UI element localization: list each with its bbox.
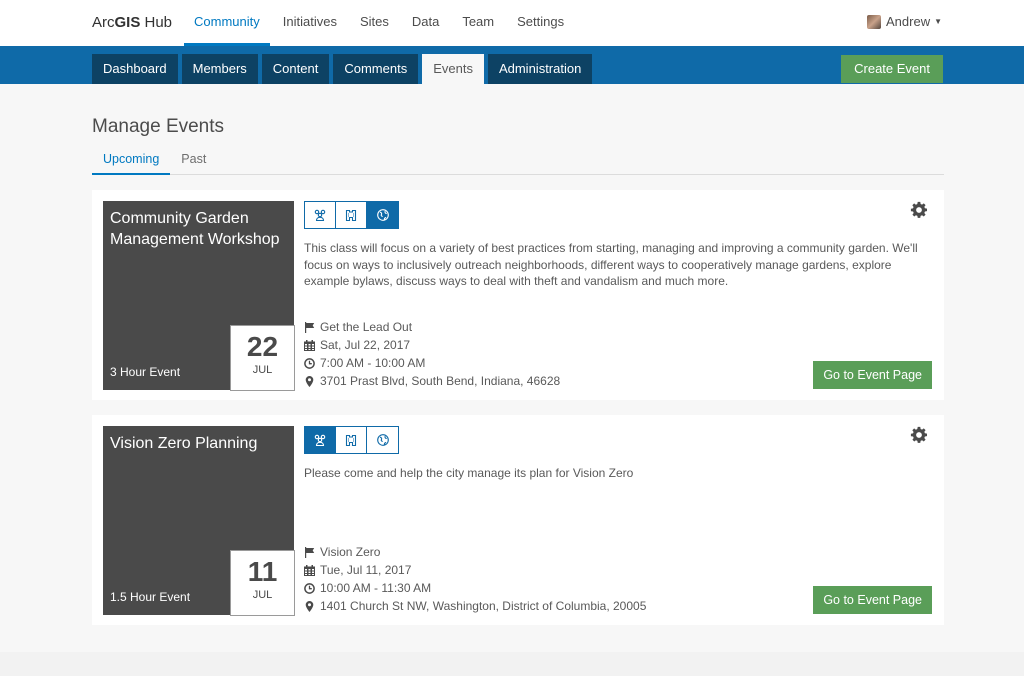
tab-upcoming[interactable]: Upcoming [92, 150, 171, 175]
event-date-badge: 22 JUL [230, 325, 295, 391]
clock-icon [304, 582, 315, 594]
nav-initiatives[interactable]: Initiatives [273, 0, 347, 46]
people-toggle[interactable] [305, 202, 336, 228]
top-header: ArcGIS Hub Community Initiatives Sites D… [0, 0, 1024, 46]
gear-icon[interactable] [910, 201, 928, 219]
user-name: Andrew [886, 14, 931, 29]
create-event-button[interactable]: Create Event [841, 55, 943, 83]
initiative-text[interactable]: Vision Zero [320, 545, 380, 559]
event-title: Vision Zero Planning [110, 435, 258, 452]
event-month: JUL [252, 364, 273, 376]
user-menu[interactable]: Andrew ▼ [867, 14, 942, 29]
event-month: JUL [252, 589, 273, 601]
event-date: Tue, Jul 11, 2017 [304, 561, 646, 579]
globe-toggle[interactable] [367, 427, 398, 453]
initiative-text[interactable]: Get the Lead Out [320, 320, 412, 334]
event-title: Community Garden Management Workshop [110, 210, 280, 248]
event-card: Vision Zero Planning 1.5 Hour Event 11 J… [92, 415, 944, 625]
event-description: Please come and help the city manage its… [304, 466, 634, 480]
event-card: Community Garden Management Workshop 3 H… [92, 190, 944, 400]
event-time: 10:00 AM - 11:30 AM [304, 579, 646, 597]
tab-past[interactable]: Past [170, 150, 217, 175]
date-text: Sat, Jul 22, 2017 [320, 338, 411, 352]
nav-team[interactable]: Team [452, 0, 504, 46]
gear-icon[interactable] [910, 426, 928, 444]
building-toggle[interactable] [336, 202, 367, 228]
nav-sites[interactable]: Sites [350, 0, 399, 46]
event-date-badge: 11 JUL [230, 550, 295, 616]
event-tabs: Upcoming Past [92, 150, 944, 175]
building-icon [345, 434, 357, 447]
avatar [867, 14, 881, 29]
subtab-events[interactable]: Events [422, 54, 484, 84]
nav-data[interactable]: Data [402, 0, 449, 46]
time-text: 10:00 AM - 11:30 AM [320, 581, 432, 595]
app-logo[interactable]: ArcGIS Hub [92, 14, 172, 31]
subtab-dashboard[interactable]: Dashboard [92, 54, 178, 84]
address-text: 3701 Prast Blvd, South Bend, Indiana, 46… [320, 374, 561, 388]
address-text: 1401 Church St NW, Washington, District … [320, 599, 647, 613]
caret-down-icon: ▼ [934, 17, 942, 26]
event-details: Vision Zero Tue, Jul 11, 2017 10:00 AM -… [304, 543, 646, 615]
building-icon [345, 209, 357, 222]
brand-bold: GIS [114, 14, 141, 31]
sharing-toggle-group [304, 426, 399, 454]
clock-icon [304, 357, 315, 369]
globe-icon [376, 209, 389, 221]
go-to-event-page-button[interactable]: Go to Event Page [813, 361, 932, 389]
event-day: 22 [246, 331, 279, 362]
time-text: 7:00 AM - 10:00 AM [320, 356, 426, 370]
people-icon [314, 209, 326, 222]
globe-icon [376, 434, 389, 446]
event-date: Sat, Jul 22, 2017 [304, 336, 560, 354]
brand-prefix: Arc [92, 14, 115, 31]
event-address: 3701 Prast Blvd, South Bend, Indiana, 46… [304, 372, 560, 390]
go-to-event-page-button[interactable]: Go to Event Page [813, 586, 932, 614]
event-duration: 3 Hour Event [110, 365, 181, 379]
event-details: Get the Lead Out Sat, Jul 22, 2017 7:00 … [304, 318, 560, 390]
event-address: 1401 Church St NW, Washington, District … [304, 597, 646, 615]
subtab-comments[interactable]: Comments [333, 54, 419, 84]
calendar-icon [304, 564, 315, 576]
subtab-content[interactable]: Content [261, 54, 330, 84]
event-time: 7:00 AM - 10:00 AM [304, 354, 560, 372]
event-initiative: Vision Zero [304, 543, 646, 561]
page-title: Manage Events [92, 116, 225, 137]
event-tile: Vision Zero Planning 1.5 Hour Event 11 J… [103, 426, 295, 616]
people-icon [314, 434, 326, 447]
event-tile: Community Garden Management Workshop 3 H… [103, 201, 295, 391]
event-initiative: Get the Lead Out [304, 318, 560, 336]
map-pin-icon [305, 375, 314, 387]
page-footer [0, 652, 1024, 676]
brand-suffix: Hub [140, 14, 173, 31]
community-subnav: Dashboard Members Content Comments Event… [0, 46, 1024, 84]
subtab-administration[interactable]: Administration [487, 54, 593, 84]
building-toggle[interactable] [336, 427, 367, 453]
calendar-icon [304, 339, 315, 351]
globe-toggle[interactable] [367, 202, 398, 228]
event-day: 11 [247, 556, 278, 587]
subtab-members[interactable]: Members [181, 54, 258, 84]
nav-community[interactable]: Community [184, 0, 270, 46]
event-duration: 1.5 Hour Event [110, 590, 191, 604]
nav-settings[interactable]: Settings [507, 0, 574, 46]
people-toggle[interactable] [305, 427, 336, 453]
event-description: This class will focus on a variety of be… [304, 241, 918, 288]
sharing-toggle-group [304, 201, 399, 229]
flag-icon [305, 546, 315, 558]
flag-icon [305, 321, 315, 333]
map-pin-icon [305, 600, 314, 612]
main-nav: Community Initiatives Sites Data Team Se… [184, 0, 577, 46]
date-text: Tue, Jul 11, 2017 [320, 563, 412, 577]
